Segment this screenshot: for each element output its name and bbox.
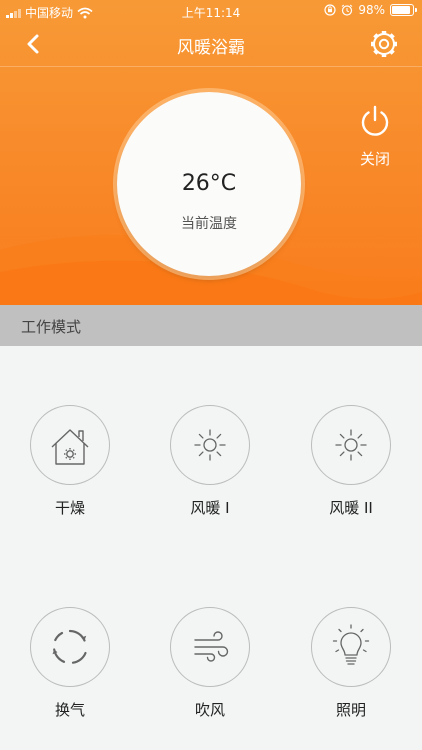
house-sun-icon: [51, 429, 89, 465]
temperature-label: 当前温度: [181, 216, 237, 232]
lightbulb-icon: [332, 624, 370, 665]
mode-icon-circle: [311, 405, 391, 485]
section-header: 工作模式: [0, 305, 422, 346]
mode-icon-circle: [170, 405, 250, 485]
mode-dry-button[interactable]: 干燥: [15, 405, 125, 518]
mode-label: 吹风: [194, 701, 225, 719]
mode-label: 干燥: [54, 499, 85, 517]
mode-icon-circle: [311, 607, 391, 687]
battery-percent: 98%: [358, 3, 385, 17]
mode-blow-button[interactable]: 吹风: [155, 607, 265, 720]
mode-label: 风暖 I: [190, 499, 230, 517]
power-icon: [361, 105, 389, 136]
temperature-display: 26°C 当前温度: [117, 92, 301, 276]
alarm-icon: [341, 4, 353, 16]
circular-arrows-icon: [52, 629, 87, 664]
power-label: 关闭: [359, 150, 390, 168]
battery-icon: [390, 4, 417, 16]
mode-heat-1-button[interactable]: 风暖 I: [155, 405, 265, 518]
gear-icon[interactable]: [368, 28, 400, 60]
battery-level: [392, 6, 410, 14]
mode-ventilate-button[interactable]: 换气: [15, 607, 125, 720]
page-title: 风暖浴霸: [177, 38, 245, 58]
power-button[interactable]: 关闭: [350, 104, 400, 169]
mode-icon-circle: [30, 405, 110, 485]
sun-icon: [335, 429, 367, 461]
nav-bar: 风暖浴霸: [0, 22, 422, 67]
mode-label: 照明: [335, 701, 366, 719]
mode-label: 换气: [54, 701, 85, 719]
mode-heat-2-button[interactable]: 风暖 II: [296, 405, 406, 518]
sun-icon: [194, 429, 226, 461]
section-title: 工作模式: [21, 318, 82, 336]
current-temperature: 26°C: [181, 171, 237, 196]
mode-light-button[interactable]: 照明: [296, 607, 406, 720]
wind-icon: [194, 631, 229, 662]
orientation-lock-icon: [324, 4, 336, 16]
status-bar: 中国移动 上午11:14 98%: [0, 0, 422, 22]
status-right: 98%: [324, 3, 417, 17]
mode-icon-circle: [170, 607, 250, 687]
mode-icon-circle: [30, 607, 110, 687]
mode-label: 风暖 II: [329, 499, 373, 517]
